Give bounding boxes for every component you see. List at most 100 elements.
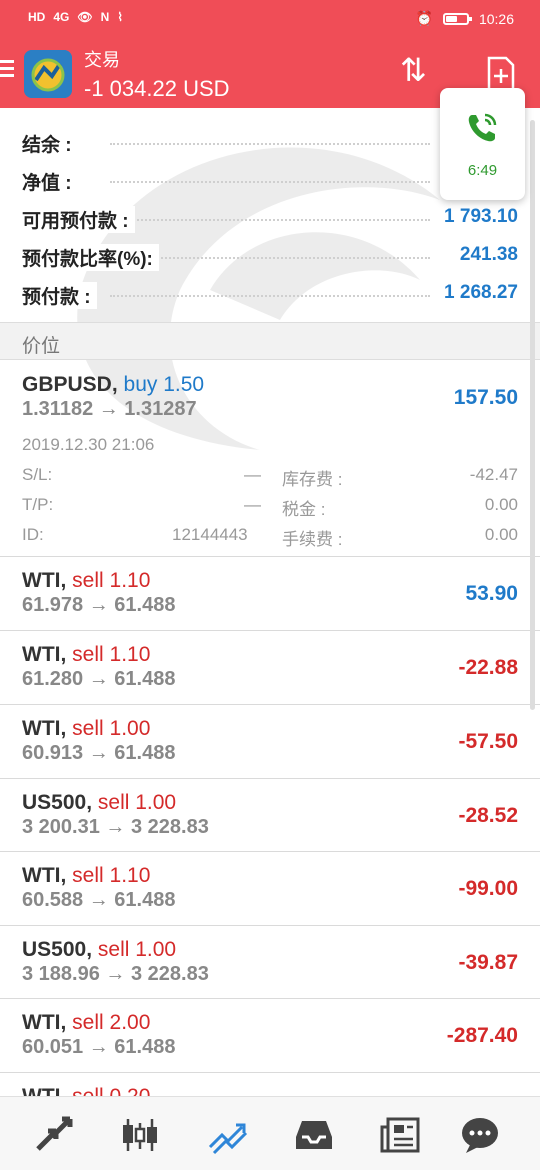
account-row-margin: 预付款 : 1 268.27	[0, 274, 540, 312]
status-indicators: HD 4G 👁 N ⌇	[28, 10, 123, 24]
position-profit: -22.88	[458, 656, 518, 679]
position-prices: 60.051 → 61.488	[22, 1036, 176, 1058]
margin-level-value: 241.38	[453, 244, 518, 266]
bottom-navigation	[0, 1096, 540, 1170]
position-row[interactable]: WTI, sell 1.10 61.978 → 61.488 53.90	[0, 557, 540, 631]
symbol-name: WTI,	[22, 1011, 67, 1034]
ongoing-call-card[interactable]: 6:49	[440, 88, 525, 200]
position-symbol: GBPUSD, buy 1.50	[22, 373, 204, 397]
free-margin-value: 1 793.10	[438, 206, 518, 228]
quotes-arrows-icon[interactable]	[34, 1115, 74, 1155]
clock: 10:26	[478, 10, 514, 27]
position-symbol: WTI, sell 1.00	[22, 717, 150, 741]
position-symbol: WTI, sell 1.10	[22, 864, 150, 888]
position-side: sell 2.00	[72, 1011, 151, 1034]
new-document-icon[interactable]	[486, 56, 516, 92]
position-prices: 61.280 → 61.488	[22, 668, 176, 690]
symbol-name: US500,	[22, 791, 93, 814]
position-side: sell 1.00	[72, 717, 151, 740]
position-row[interactable]: WTI, sell 1.10 60.588 → 61.488 -99.00	[0, 852, 540, 926]
position-row[interactable]: US500, sell 1.00 3 200.31 → 3 228.83 -28…	[0, 779, 540, 852]
call-timer: 6:49	[467, 162, 498, 179]
fee-value: 0.00	[484, 525, 518, 544]
position-profit: 157.50	[453, 386, 518, 409]
position-symbol: WTI, sell 2.00	[22, 1011, 150, 1035]
leader-dots	[110, 181, 430, 183]
position-row[interactable]: US500, sell 1.00 3 188.96 → 3 228.83 -39…	[0, 926, 540, 999]
battery-icon	[442, 12, 472, 25]
candlestick-chart-icon[interactable]	[120, 1115, 160, 1155]
app-logo	[24, 50, 72, 98]
menu-icon[interactable]	[0, 60, 16, 80]
position-side: sell 1.10	[72, 643, 151, 666]
free-margin-label: 可用预付款 :	[22, 206, 135, 233]
positions-section-header: 价位	[0, 322, 540, 360]
symbol-name: US500,	[22, 938, 93, 961]
fee-label: 手续费 :	[282, 530, 343, 549]
hd-indicator: HD	[28, 10, 46, 24]
account-row-free-margin: 可用预付款 : 1 793.10	[0, 198, 540, 236]
swap-value: -42.47	[469, 465, 518, 484]
signal-indicator: 4G	[53, 10, 70, 24]
leader-dots	[110, 219, 430, 221]
sl-value: —	[244, 465, 261, 484]
position-profit: 53.90	[465, 582, 518, 605]
equity-label: 净值 :	[22, 168, 78, 195]
mute-icon: ⌇	[117, 10, 124, 24]
status-bar: HD 4G 👁 N ⌇ ⏰ 10:26	[0, 0, 540, 36]
sl-label: S/L:	[22, 465, 53, 484]
tp-label: T/P:	[22, 495, 54, 514]
news-icon[interactable]	[380, 1115, 420, 1155]
position-profit: -287.40	[446, 1024, 518, 1047]
symbol-name: WTI,	[22, 717, 67, 740]
position-prices: 60.913 → 61.488	[22, 742, 176, 764]
section-title: 价位	[22, 336, 61, 357]
tax-label: 税金 :	[282, 500, 326, 519]
history-inbox-icon[interactable]	[294, 1115, 334, 1155]
tp-value: —	[244, 495, 261, 514]
chat-bubble-icon[interactable]	[460, 1115, 500, 1155]
position-row[interactable]: WTI, sell 1.00 60.913 → 61.488 -57.50	[0, 705, 540, 779]
position-prices: 3 200.31 → 3 228.83	[22, 816, 209, 838]
status-right: ⏰ 10:26	[416, 10, 514, 27]
symbol-name: WTI,	[22, 643, 67, 666]
position-prices: 60.588 → 61.488	[22, 889, 176, 911]
trade-trend-icon[interactable]	[208, 1115, 248, 1155]
position-prices: 61.978 → 61.488	[22, 594, 176, 616]
position-prices: 1.31182 → 1.31287	[22, 398, 197, 420]
position-symbol: WTI, sell 1.10	[22, 569, 150, 593]
position-prices: 3 188.96 → 3 228.83	[22, 963, 209, 985]
phone-call-icon	[464, 110, 500, 146]
id-value: 12144443	[172, 525, 248, 544]
symbol-name: WTI,	[22, 864, 67, 887]
account-row-margin-level: 预付款比率(%): 241.38	[0, 236, 540, 274]
margin-level-label: 预付款比率(%):	[22, 244, 159, 271]
position-side: sell 1.10	[72, 864, 151, 887]
nfc-icon: N	[100, 10, 110, 24]
margin-label: 预付款 :	[22, 282, 97, 309]
position-symbol: US500, sell 1.00	[22, 938, 176, 962]
symbol-name: GBPUSD,	[22, 373, 118, 396]
eye-icon: 👁	[77, 10, 93, 24]
account-balance: -1 034.22 USD	[84, 76, 230, 101]
position-side: buy 1.50	[123, 373, 205, 396]
position-profit: -39.87	[458, 951, 518, 974]
sort-arrows-icon[interactable]: ⇅	[400, 54, 427, 86]
position-row[interactable]: WTI, sell 2.00 60.051 → 61.488 -287.40	[0, 999, 540, 1073]
tax-value: 0.00	[484, 495, 518, 514]
position-profit: -99.00	[458, 877, 518, 900]
position-row[interactable]: GBPUSD, buy 1.50 1.31182 → 1.31287 157.5…	[0, 361, 540, 557]
balance-label: 结余 :	[22, 130, 78, 157]
position-symbol: WTI, sell 1.10	[22, 643, 150, 667]
page-title: 交易	[84, 50, 120, 70]
position-profit: -28.52	[458, 804, 518, 827]
symbol-name: WTI,	[22, 569, 67, 592]
alarm-icon: ⏰	[415, 10, 433, 26]
leader-dots	[110, 143, 430, 145]
scrollbar[interactable]	[530, 120, 535, 710]
position-row[interactable]: WTI, sell 1.10 61.280 → 61.488 -22.88	[0, 631, 540, 705]
position-side: sell 1.00	[97, 791, 177, 814]
position-side: sell 1.10	[72, 569, 151, 592]
margin-value: 1 268.27	[438, 282, 518, 304]
swap-label: 库存费 :	[282, 470, 343, 489]
